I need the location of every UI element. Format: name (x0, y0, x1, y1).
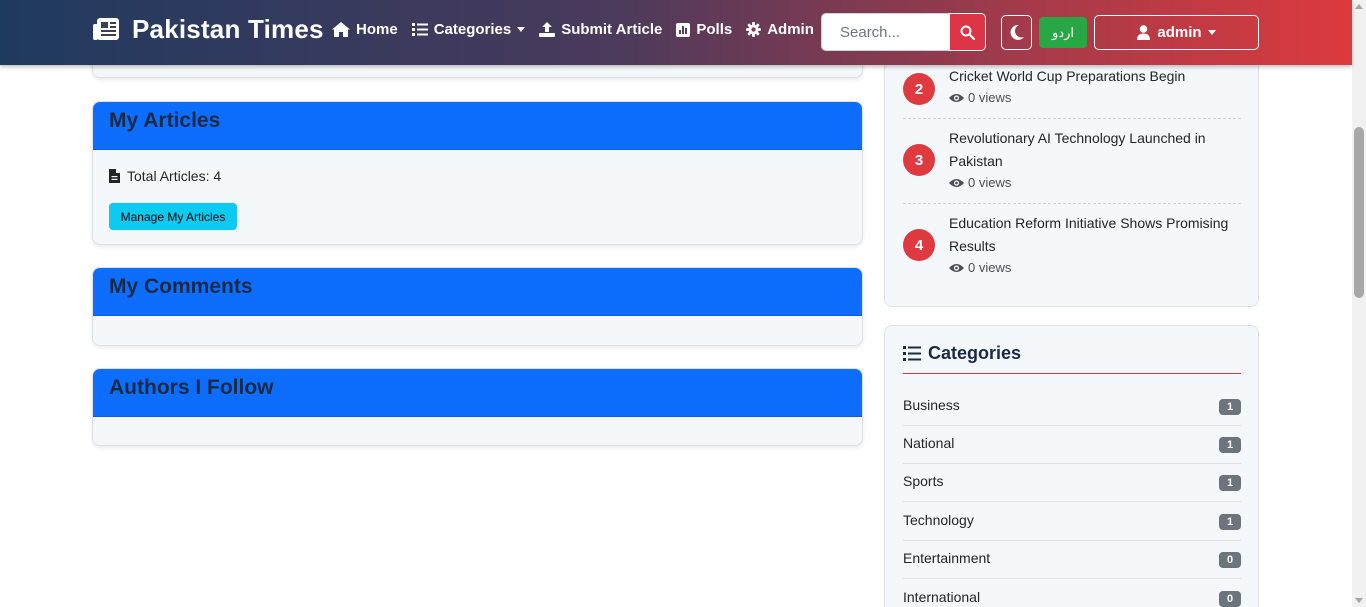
main-nav: Home Categories Submit Article Polls Adm… (332, 21, 828, 38)
poll-icon (676, 22, 691, 37)
views-text: 0 views (968, 90, 1012, 105)
my-articles-card: My Articles Total Articles: 4 Manage My … (92, 101, 863, 245)
chevron-down-icon (1207, 30, 1216, 35)
nav-categories[interactable]: Categories (411, 21, 526, 38)
category-count-badge: 0 (1219, 552, 1241, 568)
user-icon (1137, 25, 1151, 40)
category-count-badge: 0 (1219, 591, 1241, 607)
chevron-down-icon (517, 27, 526, 32)
popular-item-title[interactable]: Education Reform Initiative Shows Promis… (949, 212, 1241, 258)
list-icon (903, 346, 921, 361)
category-count-badge: 1 (1219, 437, 1241, 453)
category-name[interactable]: Sports (903, 473, 943, 489)
search-button[interactable] (949, 13, 986, 51)
nav-submit-article[interactable]: Submit Article (539, 21, 662, 38)
nav-home[interactable]: Home (332, 21, 398, 38)
rank-badge: 3 (903, 144, 935, 176)
nav-admin-label: Admin (767, 21, 814, 38)
popular-item-views: 0 views (949, 90, 1011, 105)
urdu-language-button[interactable]: اردو (1039, 17, 1087, 48)
popular-articles-card: 2 Cricket World Cup Preparations Begin 0… (884, 30, 1259, 307)
popular-item[interactable]: 4 Education Reform Initiative Shows Prom… (903, 212, 1241, 288)
category-item-sports[interactable]: Sports 1 (903, 464, 1241, 502)
popular-item-views: 0 views (949, 260, 1011, 275)
upload-icon (539, 22, 556, 37)
category-count-badge: 1 (1219, 475, 1241, 491)
category-name[interactable]: Entertainment (903, 550, 990, 566)
views-text: 0 views (968, 175, 1012, 190)
categories-card: Categories Business 1 National 1 Sports … (884, 325, 1259, 607)
brand-name: Pakistan Times (132, 14, 324, 44)
nav-admin[interactable]: Admin (746, 21, 814, 38)
home-icon (332, 22, 350, 37)
my-comments-title: My Comments (109, 275, 253, 298)
dark-mode-toggle[interactable] (1001, 15, 1032, 50)
brand-logo[interactable]: Pakistan Times (92, 14, 324, 45)
manage-articles-button[interactable]: Manage My Articles (109, 203, 237, 230)
popular-item[interactable]: 2 Cricket World Cup Preparations Begin 0… (903, 66, 1241, 116)
views-text: 0 views (968, 260, 1012, 275)
popular-item-title[interactable]: Cricket World Cup Preparations Begin (949, 65, 1241, 88)
scrollbar-thumb[interactable] (1354, 127, 1364, 298)
divider (903, 118, 1241, 119)
category-count-badge: 1 (1219, 514, 1241, 530)
scroll-up-arrow-icon[interactable] (1355, 4, 1363, 9)
category-name[interactable]: Business (903, 397, 960, 413)
category-item-international[interactable]: International 0 (903, 580, 1241, 607)
rank-badge: 4 (903, 229, 935, 261)
categories-title: Categories (928, 343, 1022, 363)
nav-polls-label: Polls (696, 21, 733, 38)
gear-icon (746, 22, 762, 37)
divider (903, 203, 1241, 204)
total-articles: Total Articles: 4 (109, 168, 221, 184)
category-name[interactable]: International (903, 589, 980, 605)
eye-icon (949, 178, 964, 187)
nav-polls[interactable]: Polls (676, 21, 732, 38)
category-item-technology[interactable]: Technology 1 (903, 503, 1241, 541)
heading-underline (903, 373, 1241, 374)
category-name[interactable]: Technology (903, 512, 974, 528)
card-header: Authors I Follow (93, 369, 862, 417)
popular-item[interactable]: 3 Revolutionary AI Technology Launched i… (903, 127, 1241, 203)
eye-icon (949, 263, 964, 272)
total-articles-text: Total Articles: 4 (127, 168, 222, 184)
search-input[interactable] (821, 13, 949, 51)
top-navbar: Pakistan Times Home Categories Submit Ar… (0, 0, 1352, 65)
authors-follow-card: Authors I Follow (92, 368, 863, 446)
category-item-national[interactable]: National 1 (903, 426, 1241, 464)
nav-home-label: Home (356, 21, 398, 38)
search-icon (960, 25, 975, 40)
user-name: admin (1157, 24, 1202, 41)
file-icon (109, 169, 120, 183)
nav-categories-label: Categories (433, 21, 512, 38)
page-scrollbar[interactable] (1352, 0, 1366, 607)
moon-icon (1010, 25, 1024, 40)
card-header: My Comments (93, 268, 862, 316)
authors-follow-title: Authors I Follow (109, 376, 274, 399)
category-item-business[interactable]: Business 1 (903, 388, 1241, 426)
category-name[interactable]: National (903, 435, 954, 451)
list-icon (411, 23, 428, 36)
category-item-entertainment[interactable]: Entertainment 0 (903, 541, 1241, 579)
category-count-badge: 1 (1219, 399, 1241, 415)
popular-item-views: 0 views (949, 175, 1011, 190)
nav-submit-label: Submit Article (561, 21, 663, 38)
categories-heading: Categories (903, 343, 1021, 364)
popular-item-title[interactable]: Revolutionary AI Technology Launched in … (949, 127, 1241, 173)
card-header: My Articles (93, 102, 862, 150)
rank-badge: 2 (903, 73, 935, 105)
scroll-down-arrow-icon[interactable] (1355, 598, 1363, 603)
newspaper-icon (93, 17, 119, 40)
user-menu-button[interactable]: admin (1094, 15, 1259, 50)
eye-icon (949, 93, 964, 102)
search-form (821, 13, 986, 51)
my-comments-card: My Comments (92, 267, 863, 346)
my-articles-title: My Articles (109, 109, 221, 132)
